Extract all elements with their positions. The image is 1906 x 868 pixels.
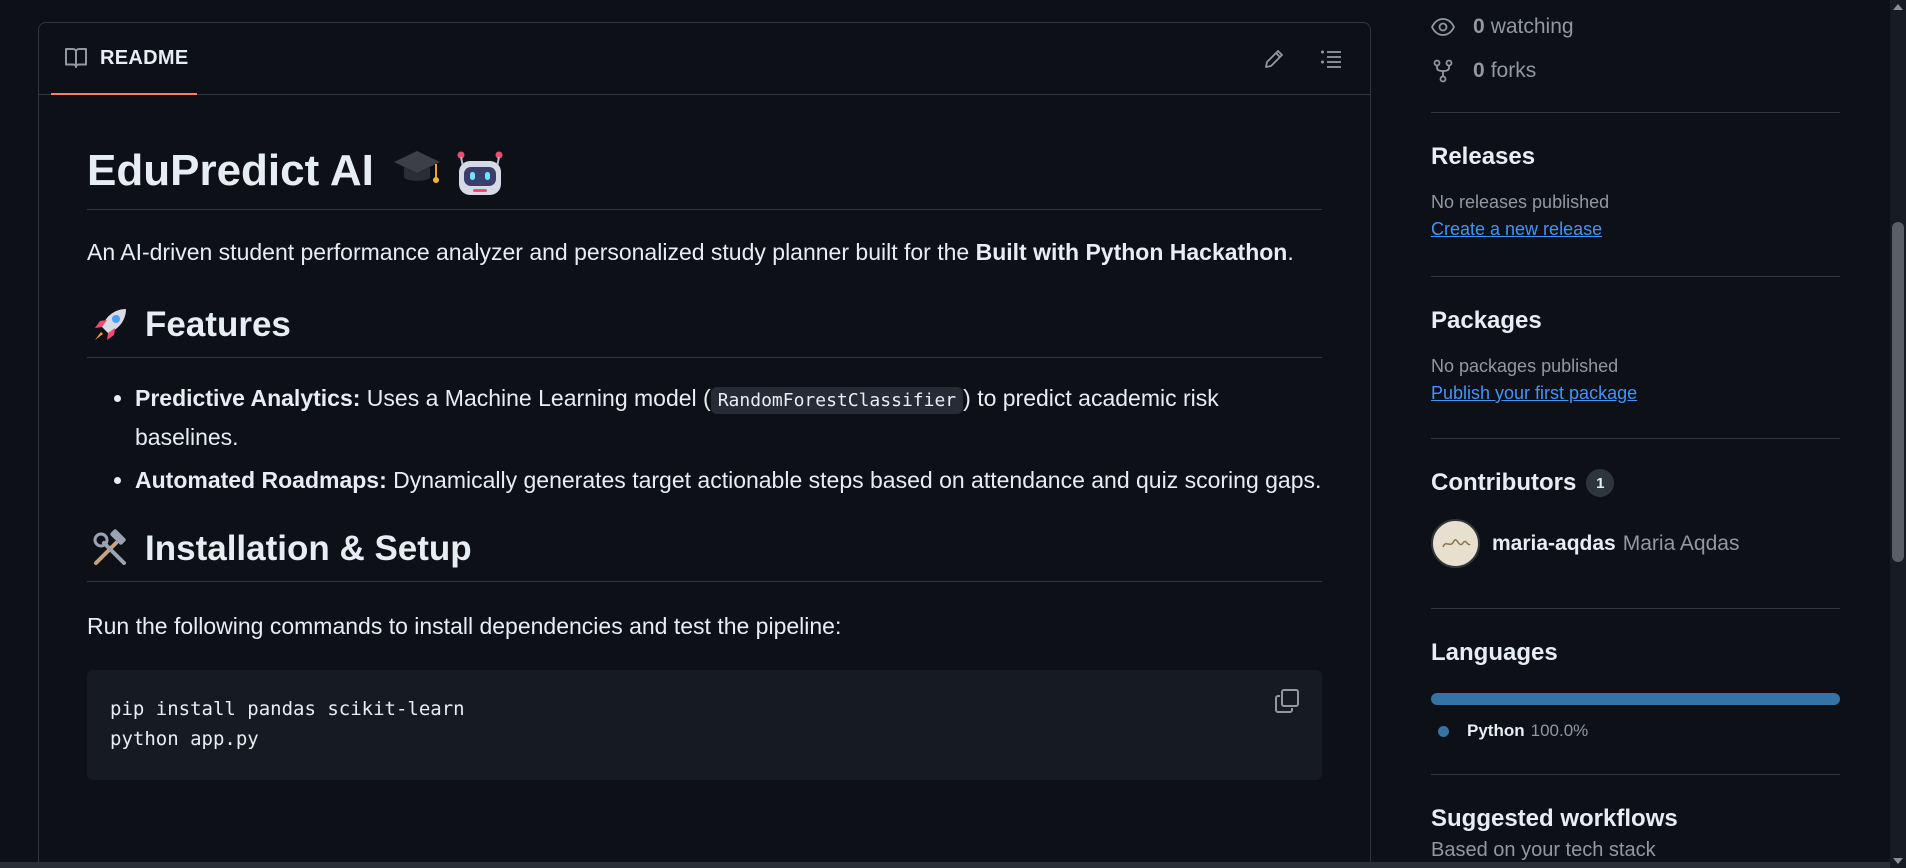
create-release-link[interactable]: Create a new release xyxy=(1431,219,1602,240)
contributors-heading[interactable]: Contributors 1 xyxy=(1431,469,1840,497)
avatar-image xyxy=(1441,538,1471,547)
list-icon xyxy=(1321,50,1341,68)
eye-icon xyxy=(1431,18,1455,36)
packages-heading[interactable]: Packages xyxy=(1431,307,1840,335)
language-percent: 100.0% xyxy=(1530,721,1589,740)
inline-code: RandomForestClassifier xyxy=(710,387,964,414)
readme-body: EduPredict AI An AI-driven student perfo… xyxy=(39,143,1370,780)
contributors-section: Contributors 1 maria-aqdas Maria Aqdas xyxy=(1431,438,1840,608)
forks-link[interactable]: 0 forks xyxy=(1431,49,1840,93)
suggested-workflows-section: Suggested workflows Based on your tech s… xyxy=(1431,774,1840,862)
publish-package-link[interactable]: Publish your first package xyxy=(1431,383,1637,404)
watching-label: watching xyxy=(1490,15,1574,38)
feature-label: Predictive Analytics: xyxy=(135,385,361,411)
readme-header: README xyxy=(39,23,1370,95)
languages-heading: Languages xyxy=(1431,639,1558,666)
language-color-dot xyxy=(1438,725,1449,737)
scroll-up-arrow-icon[interactable] xyxy=(1893,4,1903,10)
feature-text: Dynamically generates target actionable … xyxy=(386,467,1322,493)
suggested-workflows-subtext: Based on your tech stack xyxy=(1431,839,1656,861)
watching-count: 0 xyxy=(1473,15,1485,38)
features-heading-text: Features xyxy=(145,305,291,344)
horizontal-scrollbar[interactable] xyxy=(0,862,1890,868)
languages-section: Languages Python 100.0% xyxy=(1431,608,1840,774)
scroll-down-arrow-icon[interactable] xyxy=(1893,858,1903,864)
book-icon xyxy=(65,48,87,68)
list-item: Automated Roadmaps: Dynamically generate… xyxy=(135,462,1322,498)
readme-intro: An AI-driven student performance analyze… xyxy=(87,234,1322,270)
releases-empty-text: No releases published xyxy=(1431,192,1610,212)
features-heading: Features xyxy=(87,300,1322,358)
install-heading-text: Installation & Setup xyxy=(145,529,472,568)
feature-label: Automated Roadmaps: xyxy=(135,467,387,493)
readme-title-text: EduPredict AI xyxy=(87,146,374,195)
readme-tab[interactable]: README xyxy=(51,23,197,95)
code-block: pip install pandas scikit-learn python a… xyxy=(87,670,1322,780)
contributor-name: Maria Aqdas xyxy=(1622,531,1740,555)
watchers-link[interactable]: 0 watching xyxy=(1431,5,1840,49)
packages-section: Packages No packages published Publish y… xyxy=(1431,276,1840,438)
contributors-count-badge: 1 xyxy=(1586,469,1615,497)
run-instructions: Run the following commands to install de… xyxy=(87,613,842,639)
readme-tab-label: README xyxy=(100,46,189,69)
releases-heading[interactable]: Releases xyxy=(1431,143,1840,171)
language-bar xyxy=(1431,693,1840,705)
forks-count: 0 xyxy=(1473,59,1485,82)
page: README EduPredict AI An AI-driven studen… xyxy=(0,0,1906,868)
contributor-login[interactable]: maria-aqdas xyxy=(1492,532,1616,556)
language-item[interactable]: Python 100.0% xyxy=(1431,721,1840,741)
releases-section: Releases No releases published Create a … xyxy=(1431,112,1840,276)
repo-sidebar: 0 watching 0 forks Releases No releases … xyxy=(1431,0,1840,862)
hammer-wrench-icon xyxy=(93,529,126,565)
packages-empty-text: No packages published xyxy=(1431,356,1619,376)
copy-code-button[interactable] xyxy=(1274,688,1300,723)
scrollbar-thumb[interactable] xyxy=(1892,222,1904,562)
avatar[interactable] xyxy=(1431,519,1480,568)
code-line: python app.py xyxy=(110,728,259,750)
outline-button[interactable] xyxy=(1315,43,1347,75)
copy-icon xyxy=(1275,689,1299,713)
readme-title: EduPredict AI xyxy=(87,143,1322,210)
intro-end: . xyxy=(1287,239,1294,265)
features-list: Predictive Analytics: Uses a Machine Lea… xyxy=(87,380,1322,498)
fork-icon xyxy=(1433,59,1453,83)
pencil-icon xyxy=(1265,50,1283,68)
feature-text: Uses a Machine Learning model ( xyxy=(360,385,711,411)
readme-panel: README EduPredict AI An AI-driven studen… xyxy=(38,22,1371,868)
robot-icon xyxy=(457,151,503,195)
forks-label: forks xyxy=(1490,59,1537,82)
rocket-icon xyxy=(95,309,126,340)
intro-text: An AI-driven student performance analyze… xyxy=(87,239,976,265)
contributor-item[interactable]: maria-aqdas Maria Aqdas xyxy=(1431,519,1840,568)
vertical-scrollbar[interactable] xyxy=(1890,0,1906,868)
edit-readme-button[interactable] xyxy=(1258,43,1290,75)
code-line: pip install pandas scikit-learn xyxy=(110,698,465,720)
suggested-workflows-heading: Suggested workflows xyxy=(1431,805,1678,832)
list-item: Predictive Analytics: Uses a Machine Lea… xyxy=(135,380,1322,455)
intro-bold: Built with Python Hackathon xyxy=(975,239,1288,265)
contributors-heading-text: Contributors xyxy=(1431,469,1577,496)
language-name: Python xyxy=(1467,721,1525,740)
graduation-cap-icon xyxy=(393,151,440,183)
install-heading: Installation & Setup xyxy=(87,524,1322,582)
